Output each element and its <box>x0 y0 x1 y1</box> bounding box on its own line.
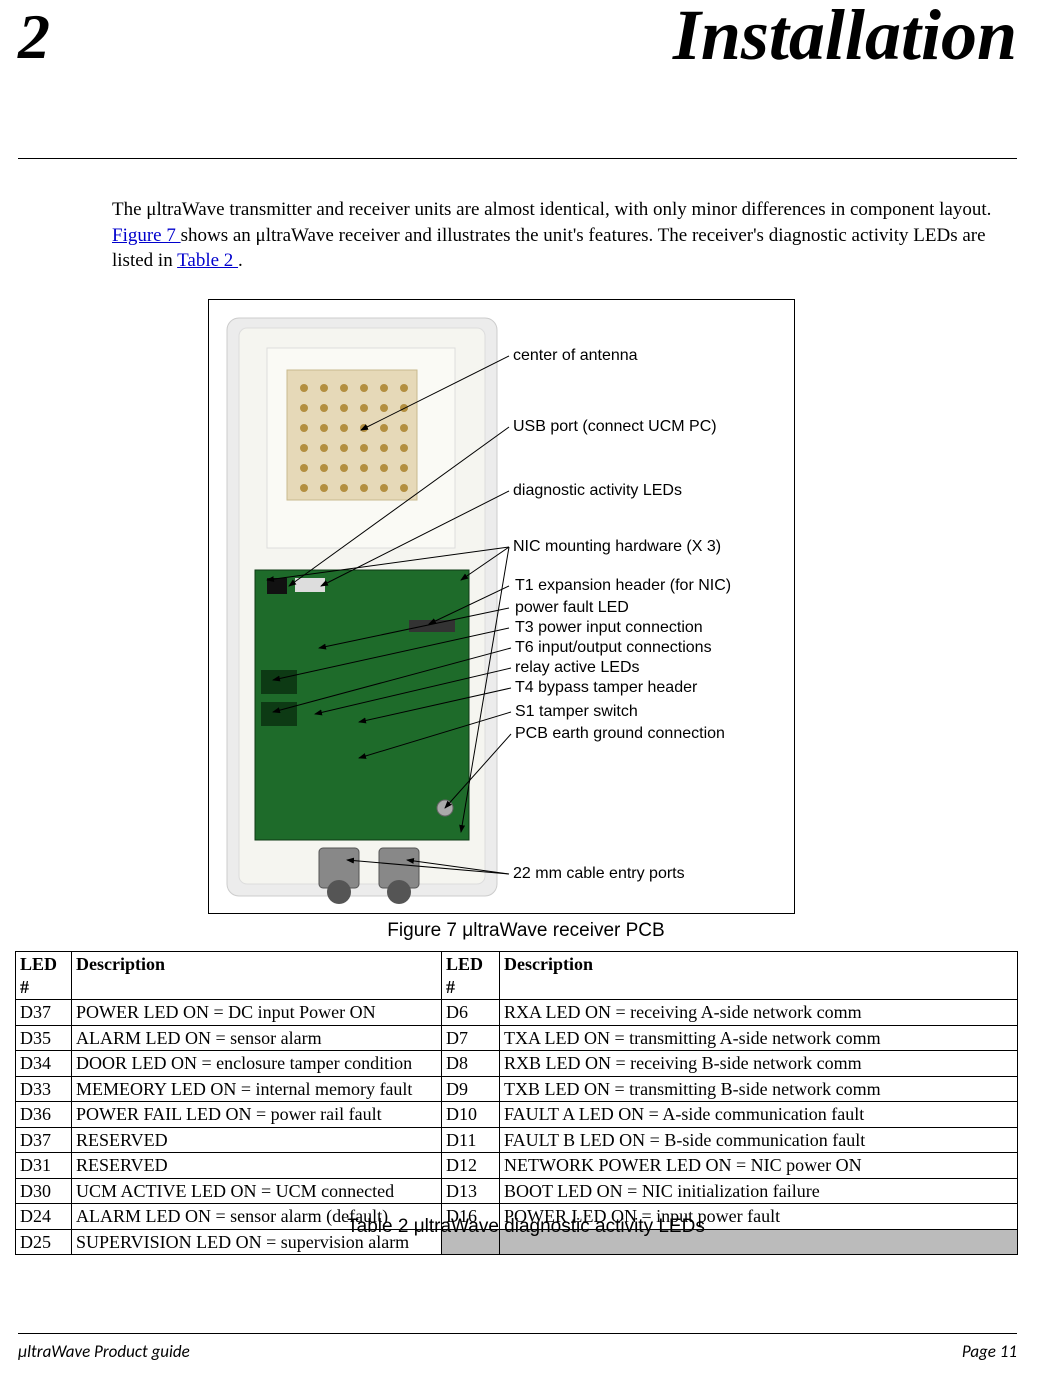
intro-text-2: shows an μltraWave receiver and illustra… <box>112 225 986 272</box>
table-caption: Table 2 μltraWave diagnostic activity LE… <box>0 1216 1052 1238</box>
callout-usb-port: USB port (connect UCM PC) <box>513 418 717 435</box>
th-desc1: Description <box>72 952 442 1000</box>
cell: MEMEORY LED ON = internal memory fault <box>72 1076 442 1102</box>
footer-page: Page 11 <box>962 1341 1017 1362</box>
callout-t3-power: T3 power input connection <box>515 619 703 636</box>
figure-caption: Figure 7 μltraWave receiver PCB <box>0 920 1052 942</box>
callout-power-fault-led: power fault LED <box>515 599 629 616</box>
cell: RXA LED ON = receiving A-side network co… <box>500 1000 1018 1026</box>
cell: D37 <box>16 1127 72 1153</box>
led-table: LED # Description LED # Description D37 … <box>15 951 1018 1255</box>
cell: DOOR LED ON = enclosure tamper condition <box>72 1051 442 1077</box>
callout-nic-hw: NIC mounting hardware (X 3) <box>513 538 721 555</box>
table-row: D30 UCM ACTIVE LED ON = UCM connected D1… <box>16 1178 1018 1204</box>
cell: TXA LED ON = transmitting A-side network… <box>500 1025 1018 1051</box>
cell: D7 <box>442 1025 500 1051</box>
cell: D9 <box>442 1076 500 1102</box>
cell: D31 <box>16 1153 72 1179</box>
table-row: D33 MEMEORY LED ON = internal memory fau… <box>16 1076 1018 1102</box>
header-divider <box>18 158 1017 159</box>
cell: BOOT LED ON = NIC initialization failure <box>500 1178 1018 1204</box>
th-led1: LED # <box>16 952 72 1000</box>
cell: D35 <box>16 1025 72 1051</box>
figure-7-image: center of antenna USB port (connect UCM … <box>208 299 795 914</box>
cell: D37 <box>16 1000 72 1026</box>
cell: RXB LED ON = receiving B-side network co… <box>500 1051 1018 1077</box>
cell: D13 <box>442 1178 500 1204</box>
intro-paragraph: The μltraWave transmitter and receiver u… <box>112 197 1017 274</box>
chapter-number: 2 <box>18 0 50 74</box>
cell: FAULT B LED ON = B-side communication fa… <box>500 1127 1018 1153</box>
intro-text-1: The μltraWave transmitter and receiver u… <box>112 199 991 220</box>
figure-link[interactable]: Figure 7 <box>112 225 181 246</box>
th-led2: LED # <box>442 952 500 1000</box>
cell: D10 <box>442 1102 500 1128</box>
table-header-row: LED # Description LED # Description <box>16 952 1018 1000</box>
callout-relay-leds: relay active LEDs <box>515 659 640 676</box>
cell: D33 <box>16 1076 72 1102</box>
cell: D36 <box>16 1102 72 1128</box>
callout-center-antenna: center of antenna <box>513 347 638 364</box>
cell: ALARM LED ON = sensor alarm <box>72 1025 442 1051</box>
table-row: D34 DOOR LED ON = enclosure tamper condi… <box>16 1051 1018 1077</box>
callout-t1-header: T1 expansion header (for NIC) <box>515 577 731 594</box>
cell: RESERVED <box>72 1153 442 1179</box>
cell: NETWORK POWER LED ON = NIC power ON <box>500 1153 1018 1179</box>
cell: POWER FAIL LED ON = power rail fault <box>72 1102 442 1128</box>
callout-cable-ports: 22 mm cable entry ports <box>513 865 685 882</box>
footer-product: μltraWave Product guide <box>18 1341 190 1362</box>
cell: POWER LED ON = DC input Power ON <box>72 1000 442 1026</box>
table-row: D35 ALARM LED ON = sensor alarm D7 TXA L… <box>16 1025 1018 1051</box>
table-row: D31 RESERVED D12 NETWORK POWER LED ON = … <box>16 1153 1018 1179</box>
cell: D34 <box>16 1051 72 1077</box>
cell: D8 <box>442 1051 500 1077</box>
footer-divider <box>18 1333 1017 1334</box>
callout-t6-io: T6 input/output connections <box>515 639 712 656</box>
th-desc2: Description <box>500 952 1018 1000</box>
cell: D11 <box>442 1127 500 1153</box>
cell: FAULT A LED ON = A-side communication fa… <box>500 1102 1018 1128</box>
cell: TXB LED ON = transmitting B-side network… <box>500 1076 1018 1102</box>
callout-pcb-earth: PCB earth ground connection <box>515 725 725 742</box>
table-row: D36 POWER FAIL LED ON = power rail fault… <box>16 1102 1018 1128</box>
table-link[interactable]: Table 2 <box>177 250 238 271</box>
callout-s1-tamper: S1 tamper switch <box>515 703 638 720</box>
cell: RESERVED <box>72 1127 442 1153</box>
cell: UCM ACTIVE LED ON = UCM connected <box>72 1178 442 1204</box>
cell: D12 <box>442 1153 500 1179</box>
table-row: D37 POWER LED ON = DC input Power ON D6 … <box>16 1000 1018 1026</box>
cell: D6 <box>442 1000 500 1026</box>
callout-t4-bypass: T4 bypass tamper header <box>515 679 698 696</box>
intro-text-3: . <box>238 250 243 271</box>
callout-diag-leds: diagnostic activity LEDs <box>513 482 682 499</box>
cell: D30 <box>16 1178 72 1204</box>
table-row: D37 RESERVED D11 FAULT B LED ON = B-side… <box>16 1127 1018 1153</box>
chapter-title: Installation <box>673 0 1017 77</box>
